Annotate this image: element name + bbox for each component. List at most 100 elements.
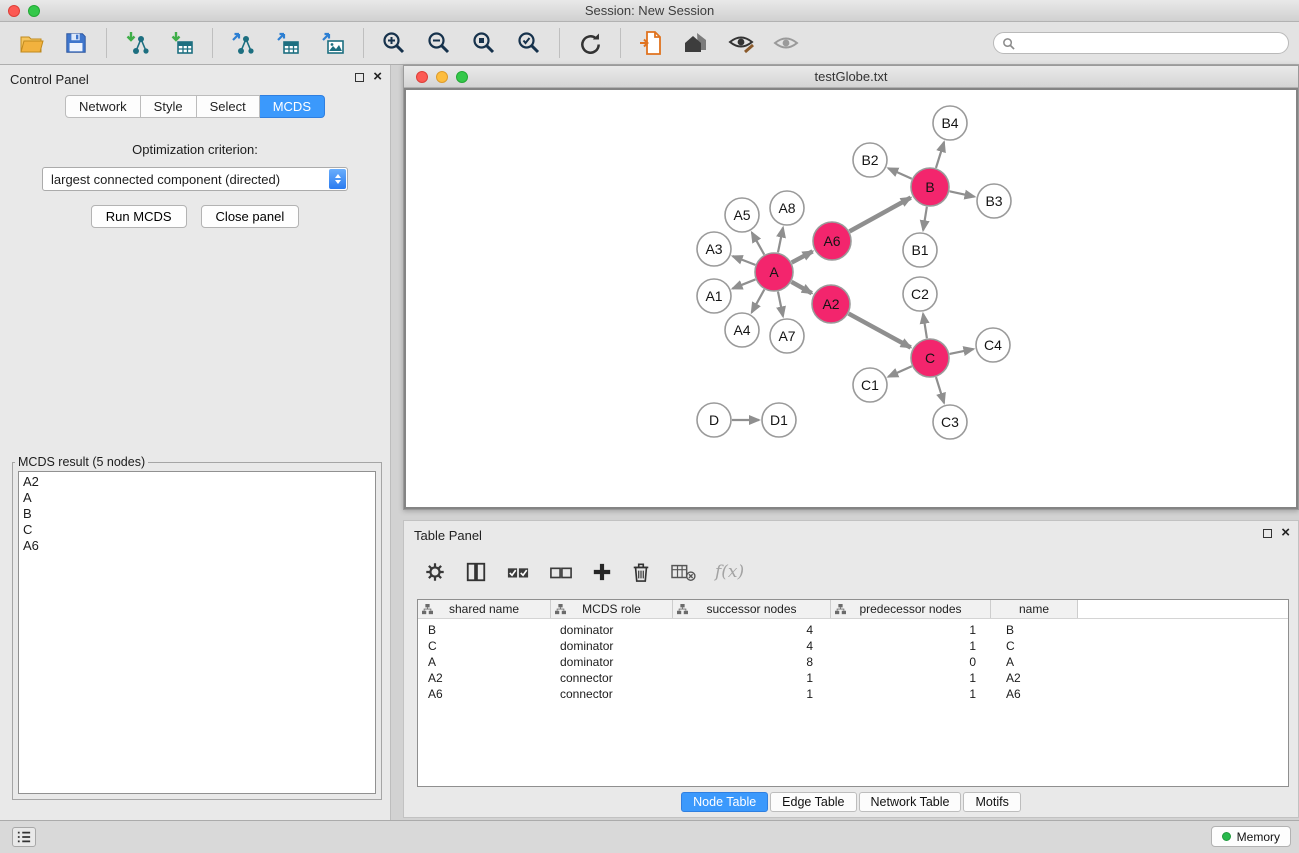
- graph-edge[interactable]: [849, 314, 911, 348]
- unselect-all-columns-button[interactable]: [549, 561, 573, 583]
- graph-edge[interactable]: [752, 232, 764, 254]
- graph-node-A1[interactable]: A1: [697, 279, 731, 313]
- graph-edge[interactable]: [950, 349, 974, 354]
- graph-node-C1[interactable]: C1: [853, 368, 887, 402]
- graph-node-A5[interactable]: A5: [725, 198, 759, 232]
- table-row[interactable]: Cdominator41C: [418, 638, 1288, 654]
- zoom-fit-button[interactable]: [463, 25, 505, 61]
- search-input[interactable]: [1020, 36, 1280, 50]
- graph-node-A7[interactable]: A7: [770, 319, 804, 353]
- delete-column-button[interactable]: [631, 561, 651, 583]
- graph-node-D[interactable]: D: [697, 403, 731, 437]
- mcds-result-item[interactable]: A6: [19, 538, 375, 554]
- float-table-panel-icon[interactable]: [1263, 529, 1272, 538]
- column-header-predecessor-nodes[interactable]: predecessor nodes: [831, 600, 991, 618]
- graph-edge[interactable]: [923, 207, 927, 230]
- minimize-network-button[interactable]: [436, 71, 448, 83]
- tab-node-table[interactable]: Node Table: [681, 792, 768, 812]
- graph-node-C[interactable]: C: [911, 339, 949, 377]
- criterion-dropdown[interactable]: largest connected component (directed): [42, 167, 348, 191]
- graph-node-A6[interactable]: A6: [813, 222, 851, 260]
- column-header-successor-nodes[interactable]: successor nodes: [673, 600, 831, 618]
- create-column-button[interactable]: [592, 562, 612, 582]
- graph-node-B4[interactable]: B4: [933, 106, 967, 140]
- graph-node-C4[interactable]: C4: [976, 328, 1010, 362]
- graph-node-C3[interactable]: C3: [933, 405, 967, 439]
- birds-eye-view-button[interactable]: [765, 25, 807, 61]
- import-table-button[interactable]: [161, 25, 203, 61]
- import-network-button[interactable]: [116, 25, 158, 61]
- graph-edge[interactable]: [752, 290, 765, 313]
- graph-node-A3[interactable]: A3: [697, 232, 731, 266]
- show-columns-button[interactable]: [465, 561, 487, 583]
- column-header-mcds-role[interactable]: MCDS role: [551, 600, 673, 618]
- show-graphics-details-button[interactable]: [720, 25, 762, 61]
- graph-node-A2[interactable]: A2: [812, 285, 850, 323]
- open-session-button[interactable]: [10, 25, 52, 61]
- table-row[interactable]: A6connector11A6: [418, 686, 1288, 702]
- graph-edge[interactable]: [923, 314, 927, 338]
- column-header-shared-name[interactable]: shared name: [418, 600, 551, 618]
- graph-edge[interactable]: [792, 251, 813, 262]
- graph-node-A[interactable]: A: [755, 253, 793, 291]
- function-builder-button[interactable]: f(x): [715, 562, 744, 582]
- apply-layout-button[interactable]: [569, 25, 611, 61]
- run-mcds-button[interactable]: Run MCDS: [91, 205, 187, 228]
- close-panel-button[interactable]: Close panel: [201, 205, 300, 228]
- graph-node-B2[interactable]: B2: [853, 143, 887, 177]
- zoom-selected-button[interactable]: [508, 25, 550, 61]
- graph-edge[interactable]: [888, 366, 912, 377]
- tab-edge-table[interactable]: Edge Table: [770, 792, 856, 812]
- tab-mcds[interactable]: MCDS: [260, 95, 325, 118]
- mcds-result-item[interactable]: A2: [19, 474, 375, 490]
- mcds-result-item[interactable]: C: [19, 522, 375, 538]
- close-network-button[interactable]: [416, 71, 428, 83]
- home-button[interactable]: [675, 25, 717, 61]
- tab-motifs[interactable]: Motifs: [963, 792, 1020, 812]
- zoom-in-button[interactable]: [373, 25, 415, 61]
- float-panel-icon[interactable]: [355, 73, 364, 82]
- graph-edge[interactable]: [888, 168, 912, 179]
- network-canvas[interactable]: B4 B2 B B3 A5 A8 A6 A3 B1 A A1 C2 A2 A4 A7 C4 C C1 D D1 C3: [404, 88, 1298, 509]
- network-graph[interactable]: B4 B2 B B3 A5 A8 A6 A3 B1 A A1 C2 A2 A4 A7 C4 C C1 D D1 C3: [406, 90, 1298, 509]
- tab-network[interactable]: Network: [65, 95, 141, 118]
- column-header-name[interactable]: name: [991, 600, 1078, 618]
- table-row[interactable]: Bdominator41B: [418, 622, 1288, 638]
- mcds-result-item[interactable]: B: [19, 506, 375, 522]
- zoom-network-button[interactable]: [456, 71, 468, 83]
- graph-edge[interactable]: [950, 191, 975, 196]
- tab-select[interactable]: Select: [197, 95, 260, 118]
- graph-edge[interactable]: [733, 279, 756, 288]
- tab-style[interactable]: Style: [141, 95, 197, 118]
- table-row[interactable]: Adominator80A: [418, 654, 1288, 670]
- close-panel-icon[interactable]: ×: [373, 71, 382, 83]
- graph-node-B1[interactable]: B1: [903, 233, 937, 267]
- delete-table-button[interactable]: [670, 561, 696, 583]
- zoom-out-button[interactable]: [418, 25, 460, 61]
- mcds-result-list[interactable]: A2ABCA6: [18, 471, 376, 794]
- tab-network-table[interactable]: Network Table: [859, 792, 962, 812]
- save-session-button[interactable]: [55, 25, 97, 61]
- export-image-button[interactable]: [312, 25, 354, 61]
- export-table-button[interactable]: [267, 25, 309, 61]
- select-all-columns-button[interactable]: [506, 561, 530, 583]
- graph-node-D1[interactable]: D1: [762, 403, 796, 437]
- graph-edge[interactable]: [778, 292, 783, 317]
- graph-node-A4[interactable]: A4: [725, 313, 759, 347]
- close-table-panel-icon[interactable]: ×: [1281, 527, 1290, 539]
- graph-edge[interactable]: [936, 377, 944, 403]
- graph-node-C2[interactable]: C2: [903, 277, 937, 311]
- graph-edge[interactable]: [733, 256, 756, 265]
- graph-edge[interactable]: [791, 282, 811, 293]
- graph-node-A8[interactable]: A8: [770, 191, 804, 225]
- graph-node-B3[interactable]: B3: [977, 184, 1011, 218]
- table-settings-button[interactable]: [424, 561, 446, 583]
- export-network-button[interactable]: [222, 25, 264, 61]
- export-document-button[interactable]: [630, 25, 672, 61]
- mcds-result-item[interactable]: A: [19, 490, 375, 506]
- graph-node-B[interactable]: B: [911, 168, 949, 206]
- graph-edge[interactable]: [936, 142, 944, 168]
- table-row[interactable]: A2connector11A2: [418, 670, 1288, 686]
- graph-edge[interactable]: [850, 198, 911, 232]
- memory-button[interactable]: Memory: [1211, 826, 1291, 847]
